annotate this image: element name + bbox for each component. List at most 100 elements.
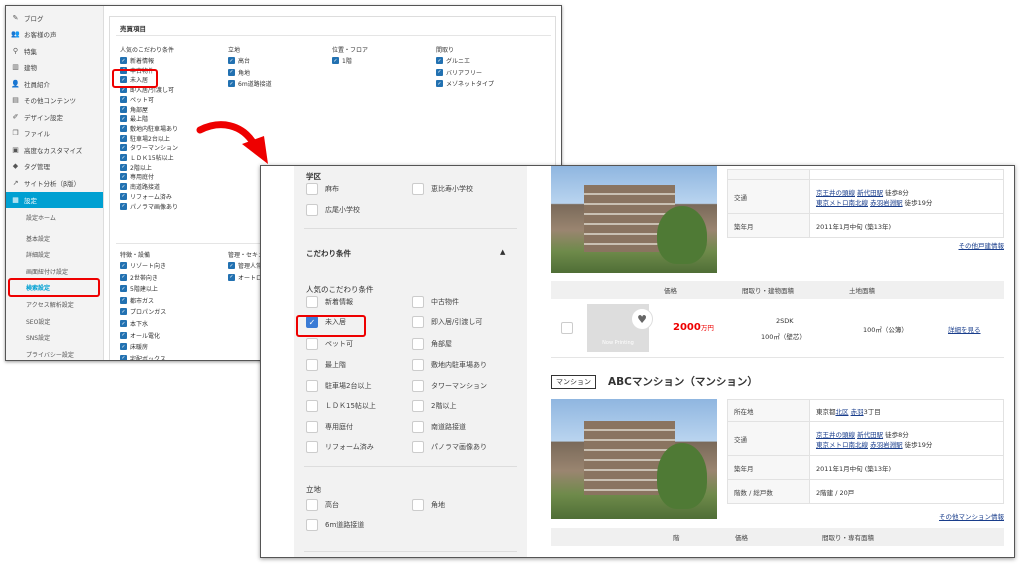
collapse-toggle-icon[interactable]: ▲ [500,248,505,256]
checkbox-label: 駐車場2台以上 [325,382,372,390]
address-link[interactable]: 赤羽 [851,408,864,416]
nav-item-6[interactable]: ✐ デザイン設定 [6,109,103,125]
checkbox-label: ペット可 [130,96,155,104]
popular-checkbox[interactable]: ✓ 最上階 [120,114,148,123]
sub-nav-item-0[interactable]: 設定ホーム [6,211,103,227]
checkbox-icon: ✓ [120,95,127,103]
features-checkbox[interactable]: ✓ 5階建以上 [120,284,158,293]
layout-checkbox[interactable]: ✓ メゾネットタイプ [436,79,494,88]
kodawari-checkbox[interactable]: 角部屋 [412,338,452,350]
kodawari-checkbox[interactable]: 中古物件 [412,296,459,308]
sub-nav-item-5[interactable]: アクセス解析設定 [6,298,103,314]
position-checkbox[interactable]: ✓ 1階 [332,56,352,65]
popular-checkbox[interactable]: ✓ パノラマ画像あり [120,202,178,211]
popular-checkbox[interactable]: ✓ 南道路接道 [120,182,160,191]
nav-item-1[interactable]: 👥 お客様の声 [6,26,103,42]
kodawari-checkbox[interactable]: 新着情報 [306,296,353,308]
kodawari-checkbox[interactable]: 専用庭付 [306,421,353,433]
divider [551,357,1004,358]
ritchi-checkbox[interactable]: 高台 [306,499,339,511]
nav-item-7[interactable]: ❐ ファイル [6,125,103,141]
nav-item-4[interactable]: 👤 社員紹介 [6,76,103,92]
school-checkbox[interactable]: 麻布 [306,183,339,195]
popular-checkbox[interactable]: ✓ ペット可 [120,95,154,104]
popular-checkbox[interactable]: ✓ 2階以上 [120,163,152,172]
transport-link[interactable]: 東京メトロ南北線 [816,199,868,207]
checkbox-icon: ✓ [120,183,127,191]
transport-link[interactable]: 京王井の頭線 [816,189,855,197]
kodawari-checkbox[interactable]: 即入居/引渡し可 [412,316,482,328]
more-link[interactable]: その他マンション情報 [939,511,1004,521]
nav-item-5[interactable]: ▤ その他コンテンツ [6,92,103,108]
kodawari-checkbox[interactable]: 最上階 [306,359,346,371]
file-icon: ❐ [12,129,19,137]
popular-checkbox[interactable]: ✓ タワーマンション [120,143,178,152]
features-checkbox[interactable]: ✓ 2世帯向き [120,273,158,282]
kodawari-checkbox[interactable]: 2階以上 [412,400,456,412]
kodawari-checkbox[interactable]: 駐車場2台以上 [306,380,371,392]
transport-link[interactable]: 新代田駅 [857,189,883,197]
school-checkbox[interactable]: 広尾小学校 [306,204,360,216]
transport-link[interactable]: 京王井の頭線 [816,431,855,439]
nav-item-0[interactable]: ✎ ブログ [6,10,103,26]
features-checkbox[interactable]: ✓ オール電化 [120,331,160,340]
more-link[interactable]: その他戸建情報 [959,240,1005,250]
checkbox-label: 角部屋 [130,106,149,114]
unit-checkbox[interactable] [561,322,573,334]
favorite-heart-icon[interactable]: ♥ [631,308,653,330]
nav-item-11[interactable]: ▦ 設定 [6,192,103,208]
sub-nav-item-7[interactable]: SNS設定 [6,331,103,347]
kodawari-checkbox[interactable]: ＬＤＫ15帖以上 [306,400,376,412]
features-checkbox[interactable]: ✓ プロパンガス [120,307,166,316]
nav-item-9[interactable]: ◆ タグ管理 [6,158,103,174]
nav-item-8[interactable]: ▣ 高度なカスタマイズ [6,142,103,158]
features-checkbox[interactable]: ✓ 床暖房 [120,342,148,351]
ritchi-checkbox[interactable]: 角地 [412,499,445,511]
popular-checkbox[interactable]: ✓ 敷地内駐車場あり [120,124,178,133]
features-checkbox[interactable]: ✓ 本下水 [120,319,148,328]
table-header: 価格 間取り・建物面積 土地面積 [551,281,1004,299]
popular-checkbox[interactable]: ✓ ＬＤＫ15帖以上 [120,153,174,162]
features-checkbox[interactable]: ✓ 都市ガス [120,296,154,305]
sub-nav-item-8[interactable]: プライバシー設定 [6,348,103,360]
popular-checkbox[interactable]: ✓ 新着情報 [120,56,154,65]
kodawari-checkbox[interactable]: 敷地内駐車場あり [412,359,487,371]
sub-nav-item-2[interactable]: 詳細設定 [6,248,103,264]
kodawari-checkbox[interactable]: パノラマ画像あり [412,441,487,453]
nav-label: お客様の声 [24,31,57,39]
transport-link[interactable]: 東京メトロ南北線 [816,441,868,449]
popular-checkbox[interactable]: ✓ 専用庭付 [120,172,154,181]
location-checkbox[interactable]: ✓ 6m道路接道 [228,79,272,88]
layout-checkbox[interactable]: ✓ グルニエ [436,56,470,65]
layout-checkbox[interactable]: ✓ バリアフリー [436,68,482,77]
checkbox-label: 駐車場2台以上 [130,135,170,143]
address-link[interactable]: 北区 [836,408,849,416]
features-checkbox[interactable]: ✓ リゾート向き [120,261,166,270]
transport-link[interactable]: 新代田駅 [857,431,883,439]
nav-item-10[interactable]: ↗ サイト分析（β版） [6,175,103,191]
sub-nav-item-6[interactable]: SEO設定 [6,315,103,331]
kodawari-checkbox[interactable]: 南道路接道 [412,421,466,433]
ritchi-checkbox[interactable]: 6m道路接道 [306,519,364,531]
features-checkbox[interactable]: ✓ 宅配ボックス [120,354,166,360]
nav-label: タグ管理 [24,163,50,171]
transport-link[interactable]: 赤羽岩淵駅 [870,441,903,449]
kodawari-checkbox[interactable]: リフォーム済み [306,441,374,453]
popular-checkbox[interactable]: ✓ 角部屋 [120,105,148,114]
kodawari-checkbox[interactable]: ペット可 [306,338,353,350]
checkbox-icon: ✓ [120,154,127,161]
kodawari-checkbox[interactable]: タワーマンション [412,380,487,392]
transport-link[interactable]: 赤羽岩淵駅 [870,199,903,207]
location-checkbox[interactable]: ✓ 角地 [228,68,250,77]
location-checkbox[interactable]: ✓ 高台 [228,56,250,65]
chart-icon: ↗ [12,179,19,187]
info-key: 交通 [727,179,810,214]
checkbox-label: 専用庭付 [130,174,155,182]
popular-checkbox[interactable]: ✓ リフォーム済み [120,192,172,201]
nav-item-3[interactable]: ▥ 建物 [6,59,103,75]
detail-link[interactable]: 詳細を見る [948,324,981,334]
school-checkbox[interactable]: 恵比寿小学校 [412,183,473,195]
sub-nav-item-1[interactable]: 基本設定 [6,232,103,248]
nav-item-2[interactable]: ⚲ 特集 [6,43,103,59]
popular-checkbox[interactable]: ✓ 駐車場2台以上 [120,134,170,143]
